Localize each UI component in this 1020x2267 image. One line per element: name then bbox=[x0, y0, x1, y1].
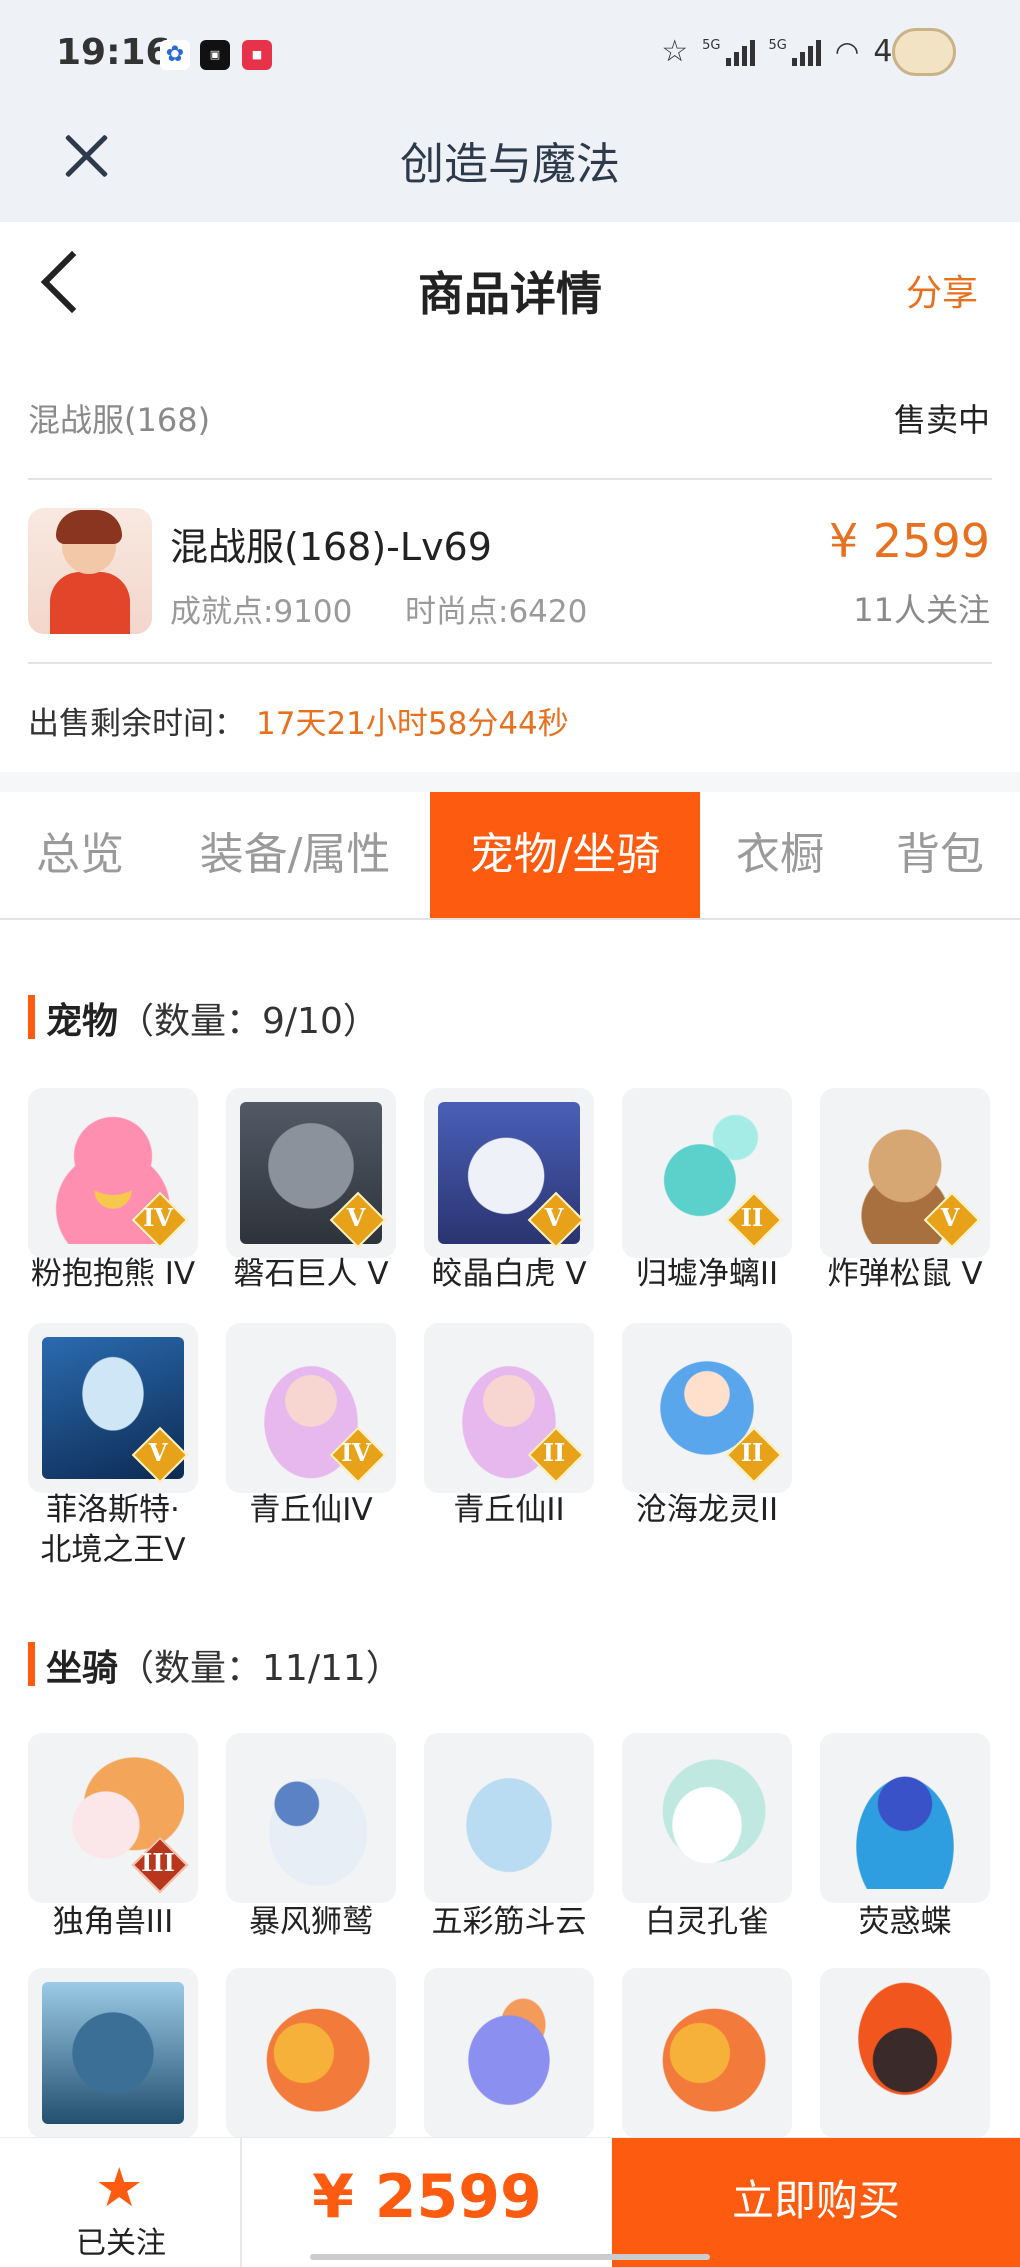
pet-name: 归墟净螭II bbox=[635, 1256, 779, 1292]
mount-card[interactable] bbox=[424, 1733, 594, 1903]
achievement-points: 成就点:9100 bbox=[170, 594, 353, 630]
peacock-art bbox=[636, 1747, 778, 1889]
total-price: ¥ 2599 bbox=[312, 2162, 542, 2232]
ice-dragon-art bbox=[42, 1982, 184, 2124]
page-header: 商品详情 分享 bbox=[0, 222, 1020, 352]
fashion-points: 时尚点:6420 bbox=[405, 594, 588, 630]
star-filled-icon: ★ bbox=[95, 2156, 144, 2219]
pet-card[interactable]: IV bbox=[28, 1088, 198, 1258]
rank-badge: V bbox=[132, 1427, 184, 1479]
follow-button[interactable]: ★ 已关注 bbox=[0, 2138, 242, 2267]
mount-name: 五彩筋斗云 bbox=[431, 1904, 587, 1940]
rank-badge: III bbox=[132, 1837, 184, 1889]
pet-card[interactable]: V bbox=[226, 1088, 396, 1258]
pet-name: 炸弹松鼠 V bbox=[827, 1256, 983, 1292]
fire-bird-art bbox=[240, 1982, 382, 2124]
tab-wardrobe[interactable]: 衣橱 bbox=[705, 792, 855, 918]
home-indicator[interactable] bbox=[310, 2254, 710, 2260]
paw-icon: ✿ bbox=[160, 40, 190, 70]
app-notification-icon: ▣ bbox=[200, 40, 230, 70]
mount-card[interactable] bbox=[622, 1968, 792, 2138]
butterfly-art bbox=[834, 1747, 976, 1889]
mount-card[interactable] bbox=[28, 1968, 198, 2138]
tab-backpack[interactable]: 背包 bbox=[870, 792, 1010, 918]
section-marker bbox=[28, 1642, 35, 1686]
mount-card[interactable] bbox=[226, 1968, 396, 2138]
mount-card[interactable] bbox=[622, 1733, 792, 1903]
mount-name: 暴风狮鹫 bbox=[249, 1904, 373, 1940]
server-name: 混战服(168) bbox=[28, 401, 211, 439]
pet-name: 磐石巨人 V bbox=[233, 1256, 389, 1292]
rank-badge: V bbox=[330, 1192, 382, 1244]
mount-card[interactable] bbox=[424, 1968, 594, 2138]
mount-name: 荧惑蝶 bbox=[858, 1904, 952, 1940]
divider bbox=[28, 662, 992, 664]
pet-card[interactable]: II bbox=[424, 1323, 594, 1493]
listing-price: ¥ 2599 bbox=[829, 514, 990, 568]
mount-card[interactable]: III bbox=[28, 1733, 198, 1903]
rank-badge: V bbox=[528, 1192, 580, 1244]
griffin-art bbox=[240, 1747, 382, 1889]
bottom-action-bar: ★ 已关注 ¥ 2599 立即购买 bbox=[0, 2137, 1020, 2267]
remaining-time-label: 出售剩余时间： bbox=[28, 706, 245, 742]
pets-section-title: 宠物（数量：9/10） bbox=[46, 1001, 379, 1042]
status-time: 19:16 bbox=[56, 32, 171, 73]
signal-icon: 5G bbox=[702, 38, 755, 66]
divider bbox=[28, 478, 992, 480]
share-button[interactable]: 分享 bbox=[906, 264, 978, 316]
rank-badge: II bbox=[726, 1427, 778, 1479]
star-status-icon: ☆ bbox=[661, 34, 689, 69]
mount-card[interactable] bbox=[226, 1733, 396, 1903]
pet-card[interactable]: II bbox=[622, 1088, 792, 1258]
shop-notification-icon: ■ bbox=[242, 40, 272, 70]
follow-label: 已关注 bbox=[76, 2226, 166, 2261]
pet-name: 菲洛斯特· bbox=[46, 1492, 180, 1528]
pet-name: 沧海龙灵II bbox=[635, 1492, 779, 1528]
pet-card[interactable]: II bbox=[622, 1323, 792, 1493]
purple-dragon-art bbox=[438, 1982, 580, 2124]
page-title: 商品详情 bbox=[418, 267, 602, 321]
remaining-time-value: 17天21小时58分44秒 bbox=[256, 706, 569, 742]
fire-bird-art bbox=[636, 1982, 778, 2124]
pet-card[interactable]: IV bbox=[226, 1323, 396, 1493]
mount-card[interactable] bbox=[820, 1968, 990, 2138]
character-avatar bbox=[28, 508, 152, 634]
pet-card[interactable]: V bbox=[820, 1088, 990, 1258]
wifi-icon: ◠ bbox=[834, 35, 860, 68]
pet-name: 皎晶白虎 V bbox=[431, 1256, 587, 1292]
tab-overview[interactable]: 总览 bbox=[0, 792, 160, 918]
section-marker bbox=[28, 995, 35, 1039]
mounts-section-title: 坐骑（数量：11/11） bbox=[46, 1648, 402, 1689]
status-bar: 19:16 ✿ ▣ ■ ☆ 5G 5G ◠ 46% bbox=[0, 0, 1020, 112]
pet-name: 北境之王V bbox=[40, 1532, 186, 1568]
buy-now-button[interactable]: 立即购买 bbox=[612, 2138, 1020, 2267]
pet-name: 粉抱抱熊 IV bbox=[30, 1256, 196, 1292]
pet-card[interactable]: V bbox=[28, 1323, 198, 1493]
rank-badge: IV bbox=[330, 1427, 382, 1479]
pet-card[interactable]: V bbox=[424, 1088, 594, 1258]
rank-badge: II bbox=[726, 1192, 778, 1244]
rank-badge: II bbox=[528, 1427, 580, 1479]
pet-name: 青丘仙II bbox=[453, 1492, 565, 1528]
tab-equipment[interactable]: 装备/属性 bbox=[170, 792, 420, 918]
section-gap bbox=[0, 772, 1020, 792]
pet-name: 青丘仙IV bbox=[249, 1492, 373, 1528]
tab-pets-mounts[interactable]: 宠物/坐骑 bbox=[430, 792, 700, 918]
mount-name: 独角兽III bbox=[52, 1904, 174, 1940]
follower-count: 11人关注 bbox=[853, 591, 990, 629]
rank-badge: IV bbox=[132, 1192, 184, 1244]
fire-beast-art bbox=[834, 1982, 976, 2124]
app-bar: 创造与魔法 bbox=[0, 112, 1020, 222]
battery-icon bbox=[892, 28, 956, 76]
cloud-art bbox=[438, 1747, 580, 1889]
app-title: 创造与魔法 bbox=[400, 139, 620, 190]
character-name: 混战服(168)-Lv69 bbox=[170, 525, 492, 569]
rank-badge: V bbox=[924, 1192, 976, 1244]
sale-status: 售卖中 bbox=[893, 401, 990, 439]
mount-name: 白灵孔雀 bbox=[645, 1904, 769, 1940]
tab-bar: 总览 装备/属性 宠物/坐骑 衣橱 背包 bbox=[0, 792, 1020, 920]
signal-icon: 5G bbox=[769, 38, 821, 66]
mount-card[interactable] bbox=[820, 1733, 990, 1903]
